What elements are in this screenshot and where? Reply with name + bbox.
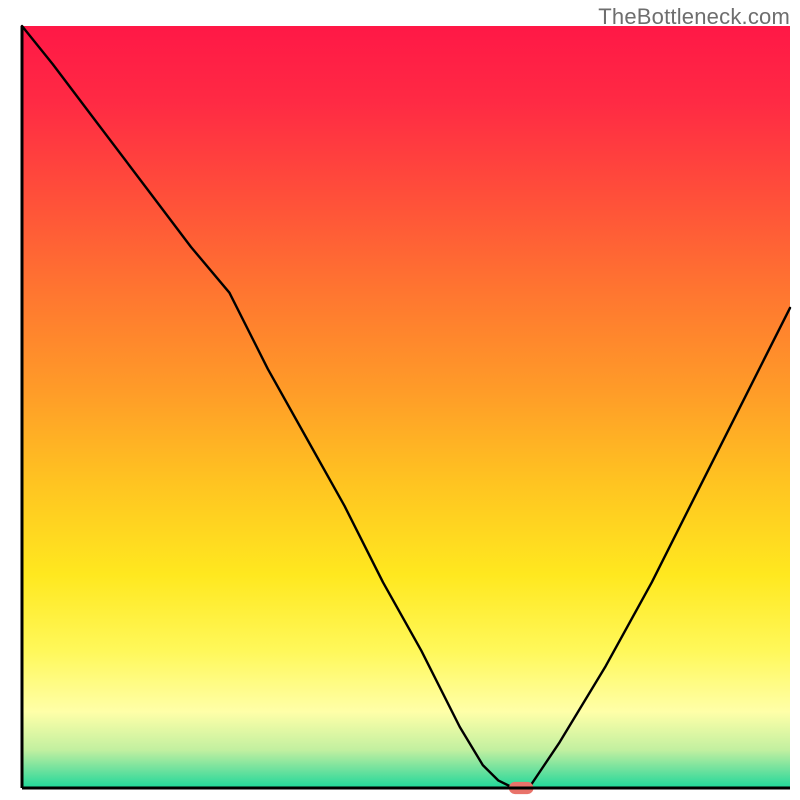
chart-svg <box>0 0 800 800</box>
watermark-text: TheBottleneck.com <box>598 4 790 30</box>
bottleneck-chart: TheBottleneck.com <box>0 0 800 800</box>
